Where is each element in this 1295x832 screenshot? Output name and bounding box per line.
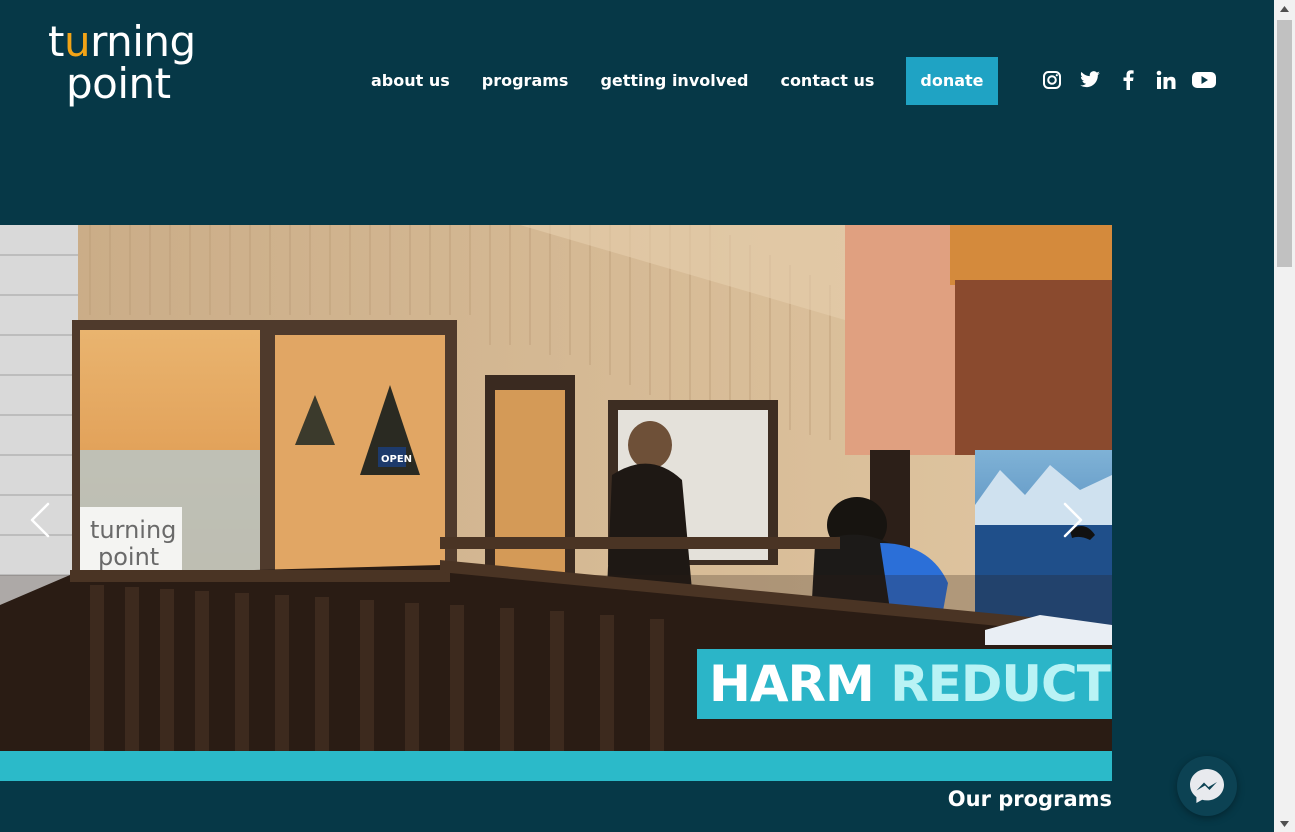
window-sign-line1: turning [90, 516, 176, 544]
hero-slider: turning point OPEN HARM REDUCT [0, 225, 1112, 751]
triangle-down-icon [1280, 820, 1289, 827]
page: turning point about us programs getting … [0, 0, 1295, 832]
donate-button[interactable]: donate [906, 57, 998, 105]
scroll-down-button[interactable] [1274, 815, 1295, 832]
caption-word2: REDUCTION [890, 655, 1112, 713]
caption-word1: HARM [709, 655, 875, 713]
linkedin-icon[interactable] [1154, 66, 1178, 94]
instagram-icon[interactable] [1040, 66, 1064, 94]
messenger-icon [1190, 769, 1224, 803]
nav-contact-us[interactable]: contact us [764, 57, 890, 105]
slide-caption: HARM REDUCTION [697, 649, 1112, 719]
facebook-icon[interactable] [1116, 66, 1140, 94]
main-nav: about us programs getting involved conta… [355, 57, 998, 105]
chevron-right-icon [1063, 502, 1083, 538]
messenger-chat-button[interactable] [1177, 756, 1237, 816]
window-sign-line2: point [98, 543, 159, 571]
scroll-thumb[interactable] [1277, 20, 1292, 267]
nav-programs[interactable]: programs [466, 57, 585, 105]
chevron-left-icon [30, 502, 50, 538]
teal-divider-bar [0, 751, 1112, 781]
twitter-icon[interactable] [1078, 66, 1102, 94]
nav-getting-involved[interactable]: getting involved [584, 57, 764, 105]
logo-line2: point [66, 59, 171, 108]
section-title-our-programs: Our programs [947, 787, 1112, 811]
youtube-icon[interactable] [1192, 66, 1216, 94]
triangle-up-icon [1280, 5, 1289, 12]
nav-about-us[interactable]: about us [355, 57, 466, 105]
open-sign: OPEN [381, 454, 412, 465]
slider-prev-arrow[interactable] [28, 500, 52, 540]
page-scrollbar[interactable] [1274, 0, 1295, 832]
scroll-up-button[interactable] [1274, 0, 1295, 17]
social-links [1040, 66, 1216, 94]
turning-point-logo[interactable]: turning point [48, 18, 218, 113]
slider-next-arrow[interactable] [1061, 500, 1085, 540]
